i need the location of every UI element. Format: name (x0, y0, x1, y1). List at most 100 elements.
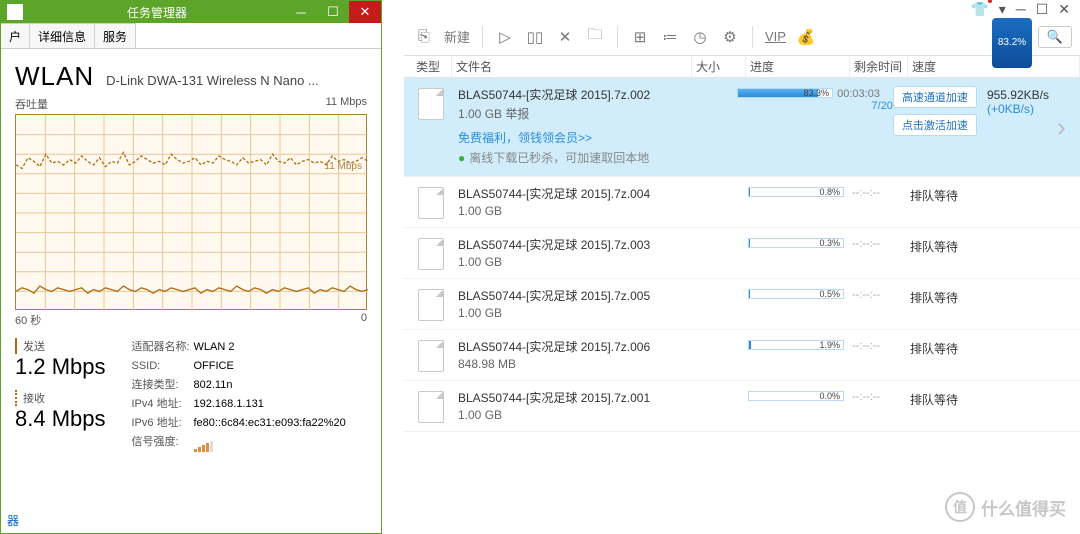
file-name: BLAS50744-[实况足球 2015].7z.006 (458, 338, 748, 355)
folder-icon[interactable]: 🗀 (583, 25, 607, 49)
file-size: 848.98 MB (458, 357, 748, 371)
progress-cell: 0.0% (748, 389, 852, 423)
coin-icon[interactable]: 💰 (794, 25, 818, 49)
report-link[interactable]: 举报 (505, 107, 529, 121)
speed: 排队等待 (910, 389, 1074, 423)
task-manager-window: 任务管理器 ─ ☐ ✕ 户 详细信息 服务 WLAN D-Link DWA-13… (0, 0, 382, 534)
progress-cell: 0.3% (748, 236, 852, 270)
speed: 955.92KB/s (+0KB/s) (987, 86, 1049, 168)
connection-info: 适配器名称:WLAN 2 SSID:OFFICE 连接类型:802.11n IP… (132, 338, 346, 452)
speed: 排队等待 (910, 338, 1074, 372)
delete-icon[interactable]: ✕ (553, 25, 577, 49)
adapter-name: D-Link DWA-131 Wireless N Nano ... (106, 73, 319, 88)
new-button[interactable]: 新建 (442, 25, 472, 49)
col-size[interactable]: 大小 (692, 56, 746, 77)
progress-cell: 1.9% (748, 338, 852, 372)
download-row[interactable]: BLAS50744-[实况足球 2015].7z.002 1.00 GB 举报 … (404, 78, 1080, 177)
close-button[interactable]: ✕ (349, 1, 381, 23)
recv-label: 接收 (15, 390, 106, 406)
download-row[interactable]: BLAS50744-[实况足球 2015].7z.001 1.00 GB 0.0… (404, 381, 1080, 432)
promo-link[interactable]: 免费福利，领钱领会员>> (458, 131, 592, 145)
app-icon (7, 4, 23, 20)
file-icon (418, 340, 444, 372)
phone-widget[interactable]: 83.2% (992, 18, 1032, 68)
col-name[interactable]: 文件名 (452, 56, 692, 77)
file-icon (418, 391, 444, 423)
wlan-heading: WLAN (15, 61, 94, 92)
progress-cell: 0.5% (748, 287, 852, 321)
download-row[interactable]: BLAS50744-[实况足球 2015].7z.005 1.00 GB 0.5… (404, 279, 1080, 330)
accel-button[interactable]: 高速通道加速 (893, 86, 977, 108)
eta: --:--:-- (852, 185, 910, 219)
progress-cell: 0.8% (748, 185, 852, 219)
file-size: 1.00 GB (458, 408, 748, 422)
throughput-label: 吞吐量 (15, 96, 48, 112)
col-type[interactable]: 类型 (412, 56, 452, 77)
tab-services[interactable]: 服务 (94, 23, 136, 48)
file-size: 1.00 GB 举报 (458, 105, 737, 122)
eta: --:--:-- (852, 236, 910, 270)
gear-icon[interactable]: ⚙ (718, 25, 742, 49)
chevron-right-icon[interactable]: › (1049, 86, 1074, 168)
tab-users[interactable]: 户 (1, 23, 30, 48)
minimize-button[interactable]: ─ (285, 1, 317, 23)
footer-link[interactable]: 器 (7, 512, 19, 529)
graph-inline-label: 11 Mbps (324, 161, 362, 172)
maximize-button[interactable]: ☐ (317, 1, 349, 23)
download-list: BLAS50744-[实况足球 2015].7z.002 1.00 GB 举报 … (404, 78, 1080, 432)
tab-details[interactable]: 详细信息 (29, 23, 95, 48)
file-icon (418, 187, 444, 219)
speed: 排队等待 (910, 185, 1074, 219)
network-graph: 11 Mbps (15, 114, 367, 310)
activate-button[interactable]: 点击激活加速 (893, 114, 977, 136)
check-icon: ● (458, 151, 465, 165)
download-row[interactable]: BLAS50744-[实况足球 2015].7z.006 848.98 MB 1… (404, 330, 1080, 381)
search-button[interactable]: 🔍 (1038, 26, 1072, 48)
file-name: BLAS50744-[实况足球 2015].7z.001 (458, 389, 748, 406)
eta: --:--:-- (852, 338, 910, 372)
watermark: 值 什么值得买 (945, 492, 1066, 522)
file-name: BLAS50744-[实况足球 2015].7z.005 (458, 287, 748, 304)
file-name: BLAS50744-[实况足球 2015].7z.003 (458, 236, 748, 253)
axis-left: 60 秒 (15, 312, 41, 328)
toolbar: ⎘ 新建 ▷ ▯▯ ✕ 🗀 ⊞ ≔ ◷ ⚙ VIP 💰 83.2% 🔍 (404, 18, 1080, 56)
speed: 排队等待 (910, 236, 1074, 270)
file-name: BLAS50744-[实况足球 2015].7z.002 (458, 86, 737, 103)
axis-right: 0 (361, 312, 367, 328)
play-icon[interactable]: ▷ (493, 25, 517, 49)
eta: --:--:-- (852, 389, 910, 423)
file-size: 1.00 GB (458, 204, 748, 218)
column-headers: 类型 文件名 大小 进度 剩余时间 速度 (404, 56, 1080, 78)
vip-button[interactable]: VIP (763, 25, 788, 49)
watermark-logo-icon: 值 (945, 492, 975, 522)
col-eta[interactable]: 剩余时间 (850, 56, 908, 77)
col-progress[interactable]: 进度 (746, 56, 850, 77)
file-name: BLAS50744-[实况足球 2015].7z.004 (458, 185, 748, 202)
file-icon (418, 289, 444, 321)
file-icon (418, 88, 444, 120)
file-icon (418, 238, 444, 270)
download-row[interactable]: BLAS50744-[实况足球 2015].7z.004 1.00 GB 0.8… (404, 177, 1080, 228)
shirt-icon[interactable]: 👕 (971, 1, 988, 18)
progress-cell: 83.3% (737, 86, 837, 168)
download-row[interactable]: BLAS50744-[实况足球 2015].7z.003 1.00 GB 0.3… (404, 228, 1080, 279)
speed: 排队等待 (910, 287, 1074, 321)
eta: --:--:-- (852, 287, 910, 321)
signal-bars-icon (194, 433, 213, 452)
list-icon[interactable]: ≔ (658, 25, 682, 49)
send-value: 1.2 Mbps (15, 354, 106, 380)
tab-strip: 户 详细信息 服务 (1, 23, 381, 49)
download-manager-window: 👕 ▾ ─ ☐ ✕ ⎘ 新建 ▷ ▯▯ ✕ 🗀 ⊞ ≔ ◷ ⚙ VIP 💰 83… (404, 0, 1080, 534)
recv-value: 8.4 Mbps (15, 406, 106, 432)
pause-icon[interactable]: ▯▯ (523, 25, 547, 49)
titlebar[interactable]: 任务管理器 ─ ☐ ✕ (1, 1, 381, 23)
clock-icon[interactable]: ◷ (688, 25, 712, 49)
new-task-icon[interactable]: ⎘ (412, 25, 436, 49)
watermark-text: 什么值得买 (981, 495, 1066, 520)
window-title: 任务管理器 (29, 4, 285, 21)
file-size: 1.00 GB (458, 306, 748, 320)
grid-icon[interactable]: ⊞ (628, 25, 652, 49)
send-label: 发送 (15, 338, 106, 354)
graph-max-label: 11 Mbps (326, 96, 367, 112)
eta: 00:03:037/20 (837, 86, 893, 168)
